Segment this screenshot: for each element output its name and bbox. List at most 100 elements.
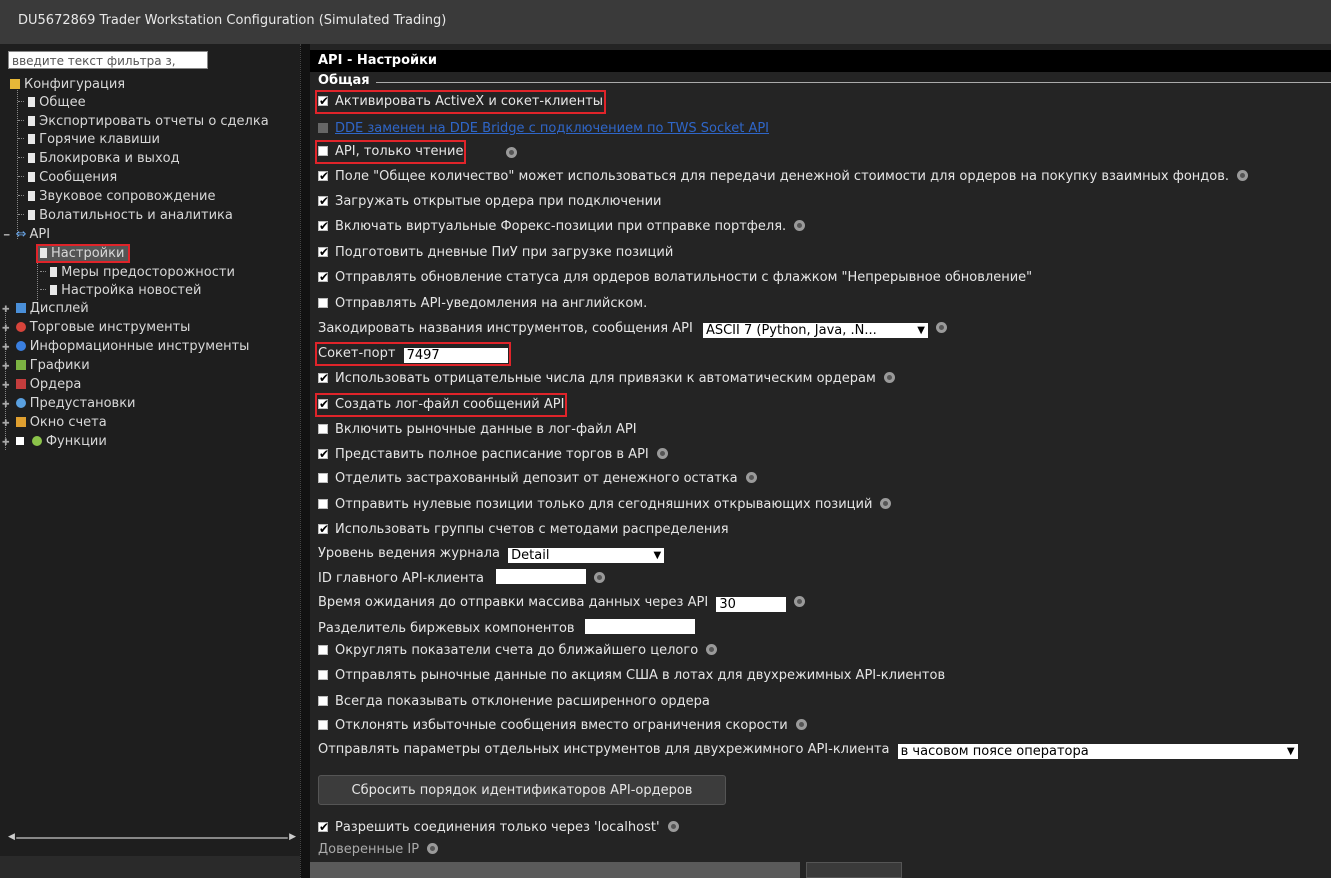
scroll-left-icon[interactable]: ◀ (8, 832, 15, 842)
dde-bridge-row[interactable]: DDE заменен на DDE Bridge с подключением… (318, 120, 769, 138)
help-icon[interactable] (880, 498, 892, 509)
tree-item-orders[interactable]: ✚ Ордера (2, 376, 81, 394)
expand-icon[interactable]: ✚ (2, 400, 10, 410)
help-icon[interactable] (745, 472, 757, 483)
tree-item-display[interactable]: ✚ Дисплей (2, 300, 89, 318)
help-icon[interactable] (427, 843, 439, 854)
total-quantity-row[interactable]: Поле "Общее количество" может использова… (318, 167, 1249, 186)
trading-schedule-checkbox[interactable] (318, 445, 329, 463)
tree-item-info-tools[interactable]: ✚ Информационные инструменты (2, 338, 249, 356)
help-icon[interactable] (667, 821, 679, 832)
tree-item-configuration[interactable]: Конфигурация (10, 76, 125, 94)
tree-item-presets[interactable]: ✚ Предустановки (2, 395, 136, 413)
reset-order-ids-button[interactable]: Сбросить порядок идентификаторов API-орд… (318, 775, 726, 805)
dde-bridge-link[interactable]: DDE заменен на DDE Bridge с подключением… (335, 121, 769, 136)
create-api-log-checkbox[interactable] (318, 395, 329, 413)
tree-item-account-window[interactable]: ✚ Окно счета (2, 414, 107, 432)
round-account-checkbox[interactable] (318, 645, 328, 655)
english-notifications-row[interactable]: Отправлять API-уведомления на английском… (318, 295, 647, 313)
tree-item-messages[interactable]: Сообщения (18, 169, 117, 187)
volatility-status-row[interactable]: Отправлять обновление статуса для ордеро… (318, 268, 1032, 287)
daily-pnl-checkbox[interactable] (318, 243, 329, 261)
tree-item-sound[interactable]: Звуковое сопровождение (18, 188, 215, 206)
tree-item-general[interactable]: Общее (18, 94, 86, 112)
tree-item-precautions[interactable]: Меры предосторожности (40, 264, 235, 282)
scroll-track[interactable] (16, 837, 288, 839)
timezone-select[interactable]: в часовом поясе оператора ▼ (897, 744, 1298, 759)
volatility-status-checkbox[interactable] (318, 268, 329, 286)
help-icon[interactable] (1237, 170, 1249, 181)
help-icon[interactable] (656, 448, 668, 459)
help-icon[interactable] (794, 596, 806, 607)
enable-activex-socket-row[interactable]: Активировать ActiveX и сокет-клиенты (314, 90, 607, 114)
tree-item-lock-exit[interactable]: Блокировка и выход (18, 150, 180, 168)
trusted-ip-button[interactable] (806, 862, 902, 878)
reject-messages-checkbox[interactable] (318, 720, 328, 730)
localhost-only-row[interactable]: Разрешить соединения только через 'local… (318, 818, 679, 837)
expand-icon[interactable]: ✚ (2, 305, 10, 315)
account-groups-checkbox[interactable] (318, 520, 329, 538)
help-icon[interactable] (706, 644, 718, 655)
log-level-select[interactable]: Detail ▼ (508, 548, 665, 563)
expand-icon[interactable]: ✚ (2, 324, 10, 334)
expand-icon[interactable]: ✚ (2, 381, 10, 391)
expand-icon[interactable]: ✚ (2, 419, 10, 429)
component-separator-input[interactable] (584, 619, 695, 634)
zero-positions-checkbox[interactable] (318, 499, 328, 509)
read-only-api-row[interactable]: API, только чтение (314, 140, 517, 164)
tree-item-charts[interactable]: ✚ Графики (2, 357, 90, 375)
english-notifications-checkbox[interactable] (318, 298, 328, 308)
market-data-log-row[interactable]: Включить рыночные данные в лог-файл API (318, 421, 637, 439)
tree-item-news[interactable]: Настройка новостей (40, 282, 201, 300)
account-groups-row[interactable]: Использовать группы счетов с методами ра… (318, 520, 729, 539)
read-only-api-checkbox[interactable] (318, 146, 328, 156)
daily-pnl-row[interactable]: Подготовить дневные ПиУ при загрузке поз… (318, 243, 673, 262)
encoding-select[interactable]: ASCII 7 (Python, Java, .N... ▼ (702, 323, 928, 338)
download-open-orders-checkbox[interactable] (318, 192, 329, 210)
separate-margin-checkbox[interactable] (318, 473, 328, 483)
help-icon[interactable] (883, 372, 895, 383)
show-rejection-checkbox[interactable] (318, 696, 328, 706)
master-client-id-input[interactable] (496, 569, 587, 584)
expand-icon[interactable]: ✚ (2, 343, 10, 353)
scroll-right-icon[interactable]: ▶ (289, 832, 296, 842)
virtual-forex-row[interactable]: Включать виртуальные Форекс-позиции при … (318, 217, 806, 236)
us-stock-lots-checkbox[interactable] (318, 670, 328, 680)
total-quantity-checkbox[interactable] (318, 167, 329, 185)
socket-port-input[interactable]: 7497 (403, 348, 508, 363)
sidebar-horizontal-scrollbar[interactable]: ◀ ▶ (8, 832, 296, 844)
expand-icon[interactable]: ✚ (2, 362, 10, 372)
help-icon[interactable] (506, 147, 517, 158)
negative-numbers-checkbox[interactable] (318, 369, 329, 387)
help-icon[interactable] (594, 572, 606, 583)
tree-item-export-reports[interactable]: Экспортировать отчеты о сделка (18, 113, 269, 131)
create-api-log-row[interactable]: Создать лог-файл сообщений API (314, 393, 568, 417)
reject-messages-row[interactable]: Отклонять избыточные сообщения вместо ог… (318, 717, 807, 735)
enable-activex-socket-checkbox[interactable] (318, 92, 329, 110)
feature-toggle-checkbox[interactable] (15, 437, 24, 445)
tree-item-volatility[interactable]: Волатильность и аналитика (18, 207, 233, 225)
round-account-row[interactable]: Округлять показатели счета до ближайшего… (318, 642, 718, 660)
download-open-orders-row[interactable]: Загружать открытые ордера при подключени… (318, 192, 661, 211)
market-data-log-checkbox[interactable] (318, 424, 328, 434)
us-stock-lots-row[interactable]: Отправлять рыночные данные по акциям США… (318, 667, 945, 685)
zero-positions-row[interactable]: Отправить нулевые позиции только для сег… (318, 496, 892, 514)
help-icon[interactable] (794, 220, 806, 231)
filter-input[interactable]: введите текст фильтра з, (8, 51, 208, 69)
show-rejection-row[interactable]: Всегда показывать отклонение расширенног… (318, 693, 710, 711)
localhost-only-checkbox[interactable] (318, 818, 329, 836)
separate-margin-row[interactable]: Отделить застрахованный депозит от денеж… (318, 470, 757, 488)
tree-item-features[interactable]: ✚ Функции (2, 433, 107, 451)
virtual-forex-checkbox[interactable] (318, 217, 329, 235)
timeout-input[interactable]: 30 (716, 597, 787, 612)
tree-item-trading-tools[interactable]: ✚ Торговые инструменты (2, 319, 190, 337)
tree-item-settings[interactable]: Настройки (35, 244, 131, 263)
tree-item-api[interactable]: ━ ⇔ API (4, 226, 50, 244)
trading-schedule-row[interactable]: Представить полное расписание торгов в A… (318, 445, 668, 464)
help-icon[interactable] (795, 719, 807, 730)
expand-icon[interactable]: ✚ (2, 438, 10, 448)
collapse-icon[interactable]: ━ (4, 231, 9, 241)
negative-numbers-row[interactable]: Использовать отрицательные числа для при… (318, 369, 895, 388)
tree-item-hotkeys[interactable]: Горячие клавиши (18, 131, 160, 149)
help-icon[interactable] (935, 322, 947, 333)
